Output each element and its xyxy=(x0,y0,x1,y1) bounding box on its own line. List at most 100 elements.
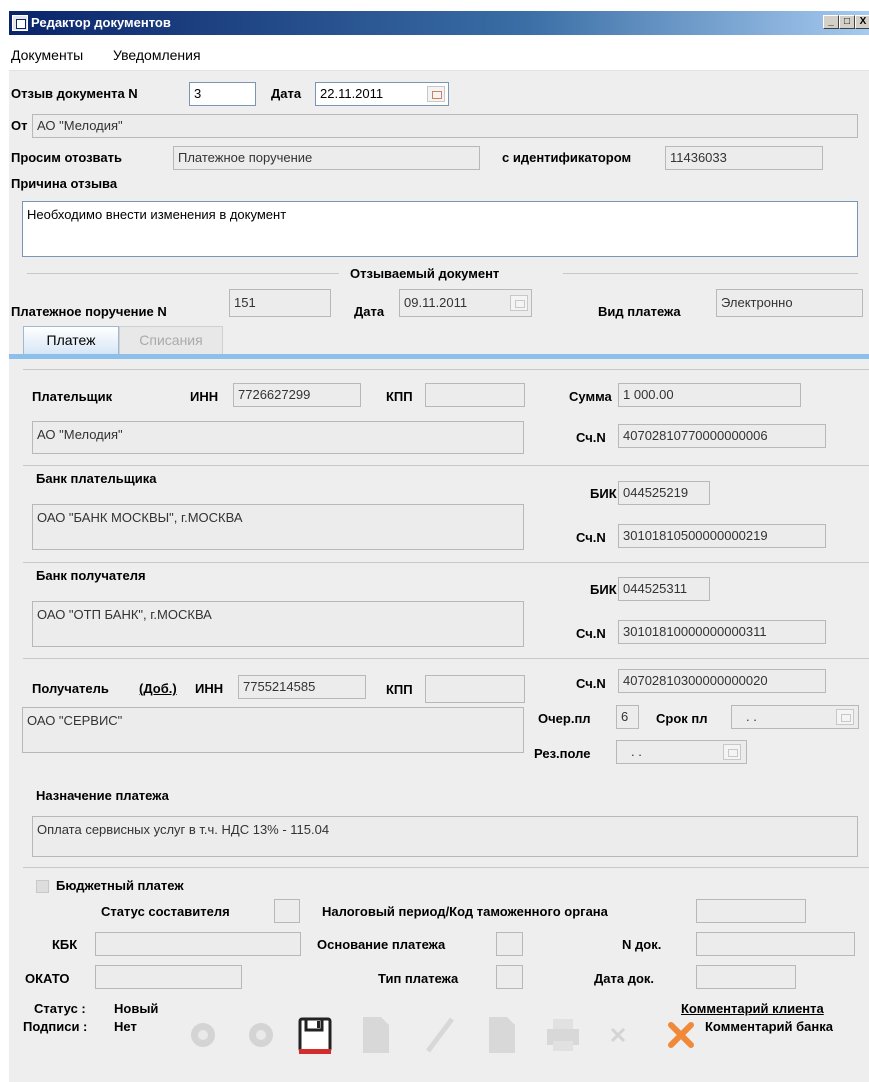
sum-field: 1 000.00 xyxy=(618,383,801,407)
tab-writeoffs[interactable]: Списания xyxy=(119,326,223,354)
payee-add-link[interactable]: (Доб.) xyxy=(139,681,177,696)
purpose-field: Оплата сервисных услуг в т.ч. НДС 13% - … xyxy=(32,816,858,857)
divider xyxy=(23,465,869,466)
tab-payment[interactable]: Платеж xyxy=(23,326,119,354)
identifier-label: с идентификатором xyxy=(502,150,632,165)
term-label: Срок пл xyxy=(656,711,708,726)
payer-bank-account-label: Сч.N xyxy=(576,530,606,545)
payment-kind-label: Вид платежа xyxy=(598,304,681,319)
close-window-button[interactable]: X xyxy=(855,15,869,29)
status-value: Новый xyxy=(114,1001,159,1016)
print-icon[interactable] xyxy=(543,1013,583,1057)
queue-field: 6 xyxy=(616,705,639,729)
signatures-label: Подписи : xyxy=(23,1019,88,1034)
tax-period-field xyxy=(696,899,806,923)
close-icon[interactable] xyxy=(661,1013,701,1057)
doc-icon[interactable] xyxy=(481,1013,521,1057)
payee-inn-field: 7755214585 xyxy=(238,675,366,699)
divider xyxy=(23,658,869,659)
payment-kind-field: Электронно xyxy=(716,289,863,317)
payer-account-label: Сч.N xyxy=(576,430,606,445)
status-label: Статус : xyxy=(34,1001,86,1016)
payee-account-field: 40702810300000000020 xyxy=(618,669,826,693)
payee-bank-bik-label: БИК xyxy=(590,582,617,597)
payer-bank-title: Банк плательщика xyxy=(36,471,157,486)
divider xyxy=(23,867,869,868)
recalled-doc-title: Отзываемый документ xyxy=(350,266,500,281)
budget-label: Бюджетный платеж xyxy=(56,878,184,893)
payer-name-field: АО "Мелодия" xyxy=(32,421,524,454)
payer-bank-bik-label: БИК xyxy=(590,486,617,501)
calendar-icon[interactable] xyxy=(427,86,445,102)
payee-account-label: Сч.N xyxy=(576,676,606,691)
kbk-label: КБК xyxy=(52,937,78,952)
doc-date-label: Дата док. xyxy=(594,971,655,986)
payee-bank-account-label: Сч.N xyxy=(576,626,606,641)
tab-underline xyxy=(9,354,869,359)
payer-inn-label: ИНН xyxy=(190,389,219,404)
payee-bank-account-field: 30101810000000000311 xyxy=(618,620,826,644)
payer-bank-name-field: ОАО "БАНК МОСКВЫ", г.МОСКВА xyxy=(32,504,524,550)
sum-label: Сумма xyxy=(569,389,612,404)
payee-name-field: ОАО "СЕРВИС" xyxy=(22,707,524,753)
ndoc-field xyxy=(696,932,855,956)
delete-icon[interactable] xyxy=(598,1013,638,1057)
creator-status-field xyxy=(274,899,300,923)
main-panel: Отзыв документа N 3 Дата 22.11.2011 От А… xyxy=(9,71,869,1082)
payer-title: Плательщик xyxy=(32,389,113,404)
kbk-field xyxy=(95,932,301,956)
divider xyxy=(23,562,869,563)
edit-icon[interactable] xyxy=(420,1013,460,1057)
payer-bank-account-field: 30101810500000000219 xyxy=(618,524,826,548)
payee-bank-title: Банк получателя xyxy=(36,568,146,583)
calendar-icon xyxy=(723,744,741,760)
reason-label: Причина отзыва xyxy=(11,176,118,191)
divider xyxy=(23,369,869,370)
ask-recall-field: Платежное поручение xyxy=(173,146,480,170)
payment-type-field xyxy=(496,965,523,989)
maximize-button[interactable]: □ xyxy=(839,15,855,29)
payee-title: Получатель xyxy=(32,681,109,696)
import-icon[interactable] xyxy=(355,1013,395,1057)
payee-kpp-label: КПП xyxy=(386,682,413,697)
budget-checkbox[interactable] xyxy=(36,880,49,893)
basis-field xyxy=(496,932,523,956)
ndoc-label: N док. xyxy=(622,937,662,952)
from-label: От xyxy=(11,118,28,133)
payer-account-field: 40702810770000000006 xyxy=(618,424,826,448)
okato-field xyxy=(95,965,242,989)
purpose-title: Назначение платежа xyxy=(36,788,169,803)
calendar-icon xyxy=(836,709,854,725)
next-icon[interactable] xyxy=(241,1013,281,1057)
creator-status-label: Статус составителя xyxy=(101,904,230,919)
client-comment-link[interactable]: Комментарий клиента xyxy=(681,1001,824,1016)
menu-documents[interactable]: Документы xyxy=(11,47,83,63)
payer-kpp-field xyxy=(425,383,525,407)
pp-number-field: 151 xyxy=(229,289,331,317)
ask-recall-label: Просим отозвать xyxy=(11,150,122,165)
save-icon[interactable] xyxy=(295,1013,335,1057)
menu-bar: Документы Уведомления xyxy=(9,35,869,71)
queue-label: Очер.пл xyxy=(538,711,591,726)
doc-date-field xyxy=(696,965,796,989)
signatures-value: Нет xyxy=(114,1019,137,1034)
menu-notifications[interactable]: Уведомления xyxy=(113,47,201,63)
pp-number-label: Платежное поручение N xyxy=(11,304,167,319)
reserve-field-label: Рез.поле xyxy=(534,746,591,761)
prev-icon[interactable] xyxy=(183,1013,223,1057)
payer-inn-field: 7726627299 xyxy=(233,383,361,407)
recall-date-label: Дата xyxy=(271,86,302,101)
okato-label: ОКАТО xyxy=(25,971,70,986)
payee-bank-name-field: ОАО "ОТП БАНК", г.МОСКВА xyxy=(32,601,524,647)
identifier-field: 11436033 xyxy=(665,146,823,170)
from-field: АО "Мелодия" xyxy=(32,114,858,138)
divider xyxy=(563,273,858,274)
app-icon xyxy=(12,15,28,31)
recall-number-input[interactable]: 3 xyxy=(189,82,256,106)
payer-bank-bik-field: 044525219 xyxy=(618,481,710,505)
reason-textarea[interactable]: Необходимо внести изменения в документ xyxy=(22,201,858,257)
basis-label: Основание платежа xyxy=(317,937,446,952)
calendar-icon xyxy=(510,295,528,311)
bank-comment-label[interactable]: Комментарий банка xyxy=(705,1019,833,1034)
minimize-button[interactable]: _ xyxy=(823,15,839,29)
